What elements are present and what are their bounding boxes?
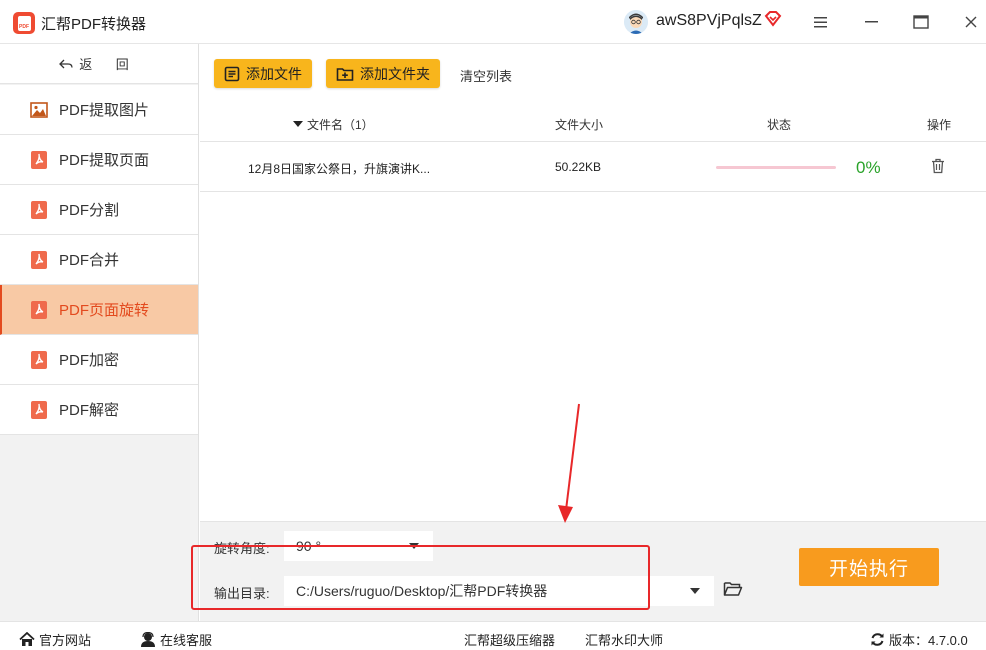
column-size: 文件大小	[555, 118, 604, 132]
pdf-icon	[30, 150, 48, 169]
user-avatar[interactable]	[624, 10, 648, 34]
file-name: 12月8日国家公祭日，升旗演讲K...	[248, 162, 431, 176]
file-size: 50.22KB	[555, 160, 602, 174]
pdf-icon	[30, 300, 48, 319]
back-arrow-icon	[59, 59, 73, 68]
watermark-link[interactable]: 汇帮水印大师	[585, 630, 663, 649]
official-site-label: 官方网站	[39, 633, 92, 648]
sidebar-item-pdf-encrypt[interactable]: PDF加密	[0, 335, 198, 385]
add-file-button[interactable]: 添加文件	[214, 59, 312, 88]
sidebar-item-label: PDF合并	[59, 252, 120, 269]
maximize-icon[interactable]	[911, 12, 931, 32]
sidebar-item-pdf-extract-images[interactable]: PDF提取图片	[0, 85, 198, 135]
add-folder-label: 添加文件夹	[360, 65, 430, 82]
add-file-icon	[224, 66, 240, 81]
minimize-icon[interactable]	[862, 12, 882, 32]
pdf-icon	[30, 350, 48, 369]
progress-percent: 0%	[856, 158, 881, 177]
clear-list-button[interactable]: 清空列表	[460, 66, 512, 85]
title-bar: PDF 汇帮PDF转换器 awS8PVjPqlsZ	[0, 0, 986, 44]
annotation-arrow-icon	[558, 403, 580, 523]
back-label: 返 回	[79, 57, 139, 72]
vip-diamond-icon[interactable]	[764, 11, 782, 30]
sidebar-item-label: PDF页面旋转	[59, 302, 150, 319]
sidebar-item-label: PDF加密	[59, 352, 120, 369]
sidebar-item-pdf-split[interactable]: PDF分割	[0, 185, 198, 235]
pdf-icon	[30, 200, 48, 219]
sidebar-item-label: PDF提取图片	[59, 102, 150, 119]
home-icon	[19, 632, 35, 646]
refresh-icon	[871, 633, 884, 646]
add-file-label: 添加文件	[246, 65, 302, 82]
back-button[interactable]: 返 回	[0, 44, 198, 84]
chevron-down-icon	[690, 588, 700, 594]
menu-icon[interactable]	[811, 12, 831, 32]
official-site-link[interactable]: 官方网站	[19, 630, 91, 649]
annotation-highlight-box	[191, 545, 650, 610]
pdf-icon	[30, 400, 48, 419]
sidebar-item-label: PDF解密	[59, 402, 120, 419]
sidebar-item-label: PDF分割	[59, 202, 120, 219]
sidebar-item-pdf-merge[interactable]: PDF合并	[0, 235, 198, 285]
table-row[interactable]: 12月8日国家公祭日，升旗演讲K... 50.22KB 0%	[200, 143, 986, 192]
column-status: 状态	[767, 118, 792, 132]
file-table-header: 文件名（1） 文件大小 状态 操作	[200, 104, 986, 142]
version-label: 版本：4.7.0.0	[889, 633, 968, 648]
close-icon[interactable]	[961, 12, 981, 32]
sidebar-item-label: PDF提取页面	[59, 152, 150, 169]
compressor-link[interactable]: 汇帮超级压缩器	[464, 630, 555, 649]
sidebar: 返 回 PDF提取图片 PDF提取页面 PDF分割 PDF合并 PDF页面旋转	[0, 44, 199, 621]
progress-bar	[716, 166, 836, 169]
version-info[interactable]: 版本：4.7.0.0	[870, 630, 968, 649]
column-action: 操作	[927, 118, 952, 132]
column-filename[interactable]: 文件名（1）	[307, 116, 374, 133]
app-logo-icon: PDF	[13, 12, 35, 34]
online-support-link[interactable]: 在线客服	[140, 630, 212, 649]
online-support-label: 在线客服	[160, 633, 213, 648]
delete-icon[interactable]	[931, 158, 945, 177]
app-title: 汇帮PDF转换器	[41, 16, 147, 33]
sidebar-item-pdf-decrypt[interactable]: PDF解密	[0, 385, 198, 435]
add-folder-button[interactable]: 添加文件夹	[326, 59, 440, 88]
image-icon	[30, 101, 48, 119]
user-name[interactable]: awS8PVjPqlsZ	[656, 12, 762, 30]
sidebar-item-pdf-rotate[interactable]: PDF页面旋转	[0, 285, 198, 335]
sort-caret-icon[interactable]	[293, 116, 303, 130]
pdf-icon	[30, 250, 48, 269]
add-folder-icon	[336, 67, 354, 81]
start-button[interactable]: 开始执行	[799, 548, 939, 586]
footer-bar: 官方网站 在线客服 汇帮超级压缩器 汇帮水印大师 版本：4.7.0.0	[0, 621, 986, 650]
support-icon	[141, 632, 155, 647]
folder-icon[interactable]	[723, 581, 743, 600]
sidebar-item-pdf-extract-pages[interactable]: PDF提取页面	[0, 135, 198, 185]
